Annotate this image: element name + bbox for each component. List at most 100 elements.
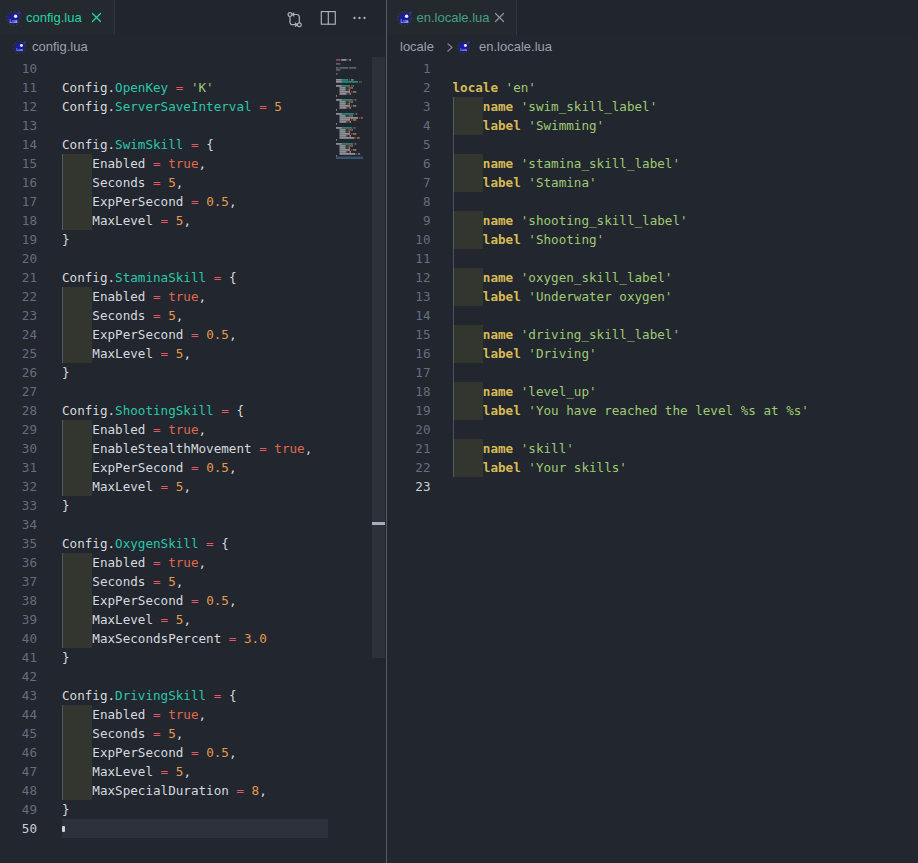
code-line[interactable]: ExpPerSecond = 0.5, (62, 591, 236, 610)
code-line[interactable]: } (62, 230, 70, 249)
line-number[interactable]: 34 (0, 515, 37, 534)
code-line[interactable]: Config.StaminaSkill = { (62, 268, 236, 287)
line-number[interactable]: 13 (0, 116, 37, 135)
line-number[interactable]: 15 (0, 154, 37, 173)
line-number[interactable]: 22 (387, 458, 431, 477)
line-number[interactable]: 13 (387, 287, 431, 306)
line-number[interactable]: 16 (0, 173, 37, 192)
code-line[interactable]: ExpPerSecond = 0.5, (62, 325, 236, 344)
line-number[interactable]: 31 (0, 458, 37, 477)
line-number[interactable]: 4 (387, 116, 431, 135)
code-line[interactable]: Config.OxygenSkill = { (62, 534, 229, 553)
code-line[interactable]: Enabled = true, (62, 705, 206, 724)
line-number[interactable]: 10 (0, 59, 37, 78)
code-line[interactable]: name 'skill' (453, 439, 574, 458)
code-line[interactable]: MaxLevel = 5, (62, 344, 191, 363)
code-line[interactable]: MaxSpecialDuration = 8, (62, 781, 267, 800)
code-line[interactable]: ExpPerSecond = 0.5, (62, 743, 236, 762)
code-line[interactable]: label 'Driving' (453, 344, 597, 363)
line-number[interactable]: 37 (0, 572, 37, 591)
code-line[interactable]: Seconds = 5, (62, 306, 183, 325)
line-number[interactable]: 19 (0, 230, 37, 249)
line-number[interactable]: 17 (387, 363, 431, 382)
code-line[interactable]: name 'stamina_skill_label' (453, 154, 681, 173)
line-number[interactable]: 50 (0, 819, 37, 838)
line-number[interactable]: 29 (0, 420, 37, 439)
line-number[interactable]: 12 (387, 268, 431, 287)
code-line[interactable]: MaxLevel = 5, (62, 211, 191, 230)
code-line[interactable]: name 'driving_skill_label' (453, 325, 681, 344)
code-line[interactable]: label 'Swimming' (453, 116, 605, 135)
line-number[interactable]: 8 (387, 192, 431, 211)
line-number[interactable]: 6 (387, 154, 431, 173)
code-line[interactable]: Config.ShootingSkill = { (62, 401, 244, 420)
line-number[interactable]: 46 (0, 743, 37, 762)
line-number[interactable]: 48 (0, 781, 37, 800)
line-number[interactable]: 27 (0, 382, 37, 401)
line-number[interactable]: 38 (0, 591, 37, 610)
code-line[interactable]: Seconds = 5, (62, 572, 183, 591)
line-number[interactable]: 12 (0, 97, 37, 116)
line-number[interactable]: 47 (0, 762, 37, 781)
code-line[interactable]: label 'Shooting' (453, 230, 605, 249)
line-number[interactable]: 20 (387, 420, 431, 439)
tab-en-locale-lua[interactable]: Lua en.locale.lua (387, 0, 516, 35)
code-line[interactable]: Config.ServerSaveInterval = 5 (62, 97, 282, 116)
line-number[interactable]: 43 (0, 686, 37, 705)
line-number[interactable]: 7 (387, 173, 431, 192)
code-line[interactable]: Enabled = true, (62, 287, 206, 306)
code-line[interactable]: ExpPerSecond = 0.5, (62, 192, 236, 211)
code-line[interactable]: Enabled = true, (62, 154, 206, 173)
line-number[interactable]: 11 (387, 249, 431, 268)
line-number[interactable]: 49 (0, 800, 37, 819)
line-number[interactable]: 40 (0, 629, 37, 648)
code-line[interactable]: Seconds = 5, (62, 724, 183, 743)
line-number[interactable]: 32 (0, 477, 37, 496)
line-number[interactable]: 9 (387, 211, 431, 230)
code-line[interactable]: label 'Underwater oxygen' (453, 287, 673, 306)
code-line[interactable]: Enabled = true, (62, 553, 206, 572)
minimap[interactable] (336, 59, 363, 179)
code-line[interactable]: MaxLevel = 5, (62, 762, 191, 781)
line-number[interactable]: 5 (387, 135, 431, 154)
line-number[interactable]: 18 (0, 211, 37, 230)
code-line[interactable]: name 'level_up' (453, 382, 597, 401)
code-line[interactable]: label 'Stamina' (453, 173, 597, 192)
more-actions-button[interactable] (351, 9, 368, 26)
code-line[interactable]: label 'Your skills' (453, 458, 627, 477)
line-number[interactable]: 42 (0, 667, 37, 686)
code-line[interactable]: locale 'en' (453, 78, 536, 97)
line-number[interactable]: 41 (0, 648, 37, 667)
code-line[interactable]: MaxSecondsPercent = 3.0 (62, 629, 267, 648)
line-number[interactable]: 23 (387, 477, 431, 496)
code-line[interactable]: name 'swim_skill_label' (453, 97, 658, 116)
breadcrumb-item[interactable]: config.lua (32, 35, 88, 59)
code-line[interactable]: Config.DrivingSkill = { (62, 686, 236, 705)
code-line[interactable]: name 'oxygen_skill_label' (453, 268, 673, 287)
line-number[interactable]: 28 (0, 401, 37, 420)
close-icon[interactable] (493, 11, 506, 24)
line-number[interactable]: 11 (0, 78, 37, 97)
line-number[interactable]: 30 (0, 439, 37, 458)
code-line[interactable]: MaxLevel = 5, (62, 610, 191, 629)
code-line[interactable]: } (62, 363, 70, 382)
code-line[interactable]: EnableStealthMovement = true, (62, 439, 312, 458)
line-number[interactable]: 25 (0, 344, 37, 363)
code-editor-left[interactable]: 1011 Config.OpenKey = 'K' 12 Config.ServerS… (0, 59, 386, 863)
line-number[interactable]: 45 (0, 724, 37, 743)
scrollbar-slider[interactable] (372, 57, 386, 658)
line-number[interactable]: 2 (387, 78, 431, 97)
line-number[interactable]: 39 (0, 610, 37, 629)
line-number[interactable]: 15 (387, 325, 431, 344)
line-number[interactable]: 19 (387, 401, 431, 420)
line-number[interactable]: 21 (0, 268, 37, 287)
split-editor-button[interactable] (319, 9, 336, 26)
line-number[interactable]: 24 (0, 325, 37, 344)
code-line[interactable]: } (62, 800, 70, 819)
breadcrumb-item[interactable]: en.locale.lua (479, 35, 552, 59)
line-number[interactable]: 1 (387, 59, 431, 78)
code-line[interactable]: name 'shooting_skill_label' (453, 211, 688, 230)
code-line[interactable]: label 'You have reached the level %s at … (453, 401, 809, 420)
code-line[interactable]: Config.OpenKey = 'K' (62, 78, 214, 97)
code-line[interactable]: Config.SwimSkill = { (62, 135, 214, 154)
